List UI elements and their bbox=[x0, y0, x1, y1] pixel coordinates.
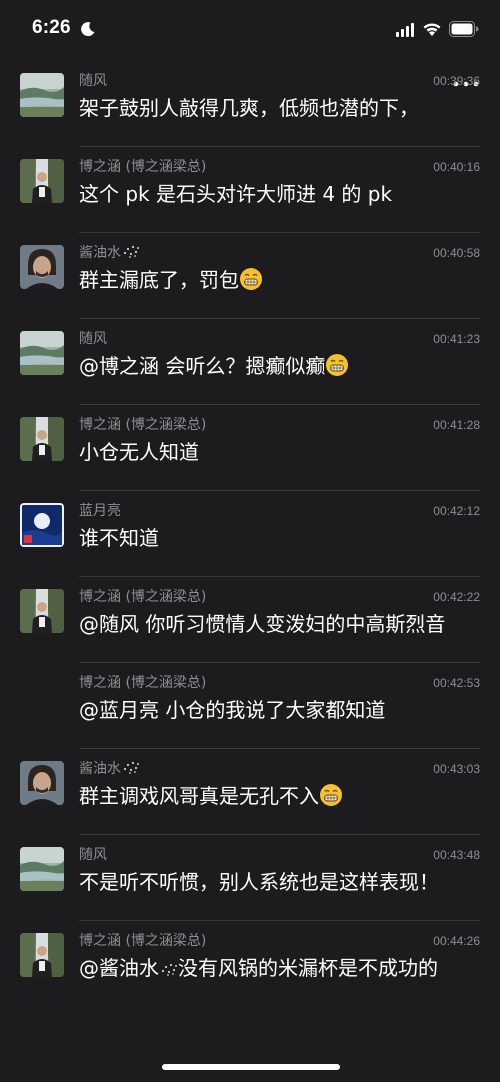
message-body: 小仓无人知道 bbox=[79, 440, 199, 464]
avatar[interactable] bbox=[20, 589, 64, 633]
message-text: 不是听不听惯，别人系统也是这样表现！ bbox=[79, 866, 480, 911]
status-bar: 6:26 bbox=[0, 0, 500, 60]
message-time: 00:40:16 bbox=[433, 160, 480, 174]
message-item[interactable]: 博之涵 (博之涵梁总) 00:42:22 @随风 你听习惯情人变泼妇的中高斯烈音 bbox=[0, 576, 500, 662]
status-time: 6:26 bbox=[32, 17, 71, 38]
grinning-emoji-icon bbox=[320, 784, 342, 806]
message-item[interactable]: 随风 00:43:48 不是听不听惯，别人系统也是这样表现！ bbox=[0, 834, 500, 920]
grinning-emoji-icon bbox=[326, 354, 349, 376]
avatar[interactable] bbox=[20, 761, 64, 805]
message-text: 群主漏底了，罚包 bbox=[79, 264, 480, 309]
message-time: 00:39:36 bbox=[433, 74, 480, 88]
avatar[interactable] bbox=[20, 417, 64, 461]
message-body: 谁不知道 bbox=[79, 526, 159, 550]
sender-name: 酱油水 bbox=[79, 245, 140, 261]
man-portrait-avatar-icon bbox=[20, 761, 64, 805]
message-list: 随风 00:39:36 架子鼓别人敲得几爽，低频也潜的下， 博之涵 (博之涵梁总… bbox=[0, 60, 500, 1006]
man-waterfall-avatar-icon bbox=[20, 589, 64, 633]
man-waterfall-avatar-icon bbox=[20, 159, 64, 203]
message-time: 00:41:23 bbox=[433, 332, 480, 346]
message-item[interactable]: 酱油水 00:43:03 群主调戏风哥真是无孔不入 bbox=[0, 748, 500, 834]
message-text: 这个 pk 是石头对许大师进 4 的 pk bbox=[79, 178, 480, 223]
man-waterfall-avatar-icon bbox=[20, 933, 64, 977]
avatar[interactable] bbox=[20, 245, 64, 289]
message-time: 00:42:53 bbox=[433, 676, 480, 690]
moon-icon bbox=[81, 22, 95, 37]
river-landscape-avatar-icon bbox=[20, 73, 64, 117]
message-text: @随风 你听习惯情人变泼妇的中高斯烈音 bbox=[79, 608, 480, 653]
message-time: 00:42:22 bbox=[433, 590, 480, 604]
message-item[interactable]: 蓝月亮 00:42:12 谁不知道 bbox=[0, 490, 500, 576]
sender-name: 随风 bbox=[79, 847, 107, 863]
battery-icon bbox=[449, 21, 479, 37]
message-time: 00:43:03 bbox=[433, 762, 480, 776]
message-text: @博之涵 会听么？摁癫似癫 bbox=[79, 350, 480, 395]
river-landscape-avatar-icon bbox=[20, 331, 64, 375]
avatar[interactable] bbox=[20, 503, 64, 547]
home-indicator[interactable] bbox=[162, 1064, 340, 1070]
message-item[interactable]: 随风 00:39:36 架子鼓别人敲得几爽，低频也潜的下， bbox=[0, 60, 500, 146]
avatar[interactable] bbox=[20, 73, 64, 117]
avatar[interactable] bbox=[20, 847, 64, 891]
message-body: 群主调戏风哥真是无孔不入 bbox=[79, 784, 319, 808]
sender-name: 博之涵 (博之涵梁总) bbox=[79, 159, 207, 175]
wifi-icon bbox=[423, 23, 441, 36]
cellular-signal-icon bbox=[396, 23, 414, 37]
sparkle-icon bbox=[161, 963, 177, 976]
sender-name: 酱油水 bbox=[79, 761, 140, 777]
avatar[interactable] bbox=[20, 933, 64, 977]
message-item[interactable]: 酱油水 00:40:58 群主漏底了，罚包 bbox=[0, 232, 500, 318]
message-item[interactable]: 博之涵 (博之涵梁总) 00:44:26 @酱油水 没有风锅的米漏杯是不成功的 bbox=[0, 920, 500, 1006]
message-body: @蓝月亮 小仓的我说了大家都知道 bbox=[79, 698, 386, 722]
message-body: 架子鼓别人敲得几爽，低频也潜的下， bbox=[79, 96, 419, 120]
message-time: 00:42:12 bbox=[433, 504, 480, 518]
message-item[interactable]: 博之涵 (博之涵梁总) 00:41:28 小仓无人知道 bbox=[0, 404, 500, 490]
message-body: @随风 你听习惯情人变泼妇的中高斯烈音 bbox=[79, 612, 446, 636]
message-text: 群主调戏风哥真是无孔不入 bbox=[79, 780, 480, 825]
sparkle-icon bbox=[123, 245, 139, 258]
message-item[interactable]: 随风 00:41:23 @博之涵 会听么？摁癫似癫 bbox=[0, 318, 500, 404]
man-waterfall-avatar-icon bbox=[20, 417, 64, 461]
sender-name: 随风 bbox=[79, 331, 107, 347]
sender-name: 博之涵 (博之涵梁总) bbox=[79, 675, 207, 691]
message-item[interactable]: 博之涵 (博之涵梁总) 00:42:53 @蓝月亮 小仓的我说了大家都知道 bbox=[0, 662, 500, 748]
man-portrait-avatar-icon bbox=[20, 245, 64, 289]
avatar[interactable] bbox=[20, 331, 64, 375]
message-time: 00:41:28 bbox=[433, 418, 480, 432]
message-body: 这个 pk 是石头对许大师进 4 的 pk bbox=[79, 182, 393, 206]
sender-name: 博之涵 (博之涵梁总) bbox=[79, 417, 207, 433]
moon-night-avatar-icon bbox=[20, 503, 64, 547]
sender-name: 博之涵 (博之涵梁总) bbox=[79, 933, 207, 949]
river-landscape-avatar-icon bbox=[20, 847, 64, 891]
message-time: 00:44:26 bbox=[433, 934, 480, 948]
message-body: 群主漏底了，罚包 bbox=[79, 268, 239, 292]
message-text: 谁不知道 bbox=[79, 522, 480, 567]
message-text: @蓝月亮 小仓的我说了大家都知道 bbox=[79, 694, 480, 739]
sender-name: 博之涵 (博之涵梁总) bbox=[79, 589, 207, 605]
message-text: 小仓无人知道 bbox=[79, 436, 480, 481]
message-text: 架子鼓别人敲得几爽，低频也潜的下， bbox=[79, 92, 480, 137]
message-time: 00:43:48 bbox=[433, 848, 480, 862]
sparkle-icon bbox=[123, 761, 139, 774]
sender-name: 随风 bbox=[79, 73, 107, 89]
grinning-emoji-icon bbox=[240, 268, 262, 290]
message-item[interactable]: 博之涵 (博之涵梁总) 00:40:16 这个 pk 是石头对许大师进 4 的 … bbox=[0, 146, 500, 232]
message-text: @酱油水 没有风锅的米漏杯是不成功的 bbox=[79, 952, 480, 997]
message-body: 没有风锅的米漏杯是不成功的 bbox=[178, 956, 438, 980]
message-body: @博之涵 会听么？摁癫似癫 bbox=[79, 354, 326, 378]
sender-name: 蓝月亮 bbox=[79, 503, 121, 519]
avatar[interactable] bbox=[20, 159, 64, 203]
message-body-mention: @酱油水 bbox=[79, 956, 159, 980]
message-body: 不是听不听惯，别人系统也是这样表现！ bbox=[79, 870, 439, 894]
message-time: 00:40:58 bbox=[433, 246, 480, 260]
